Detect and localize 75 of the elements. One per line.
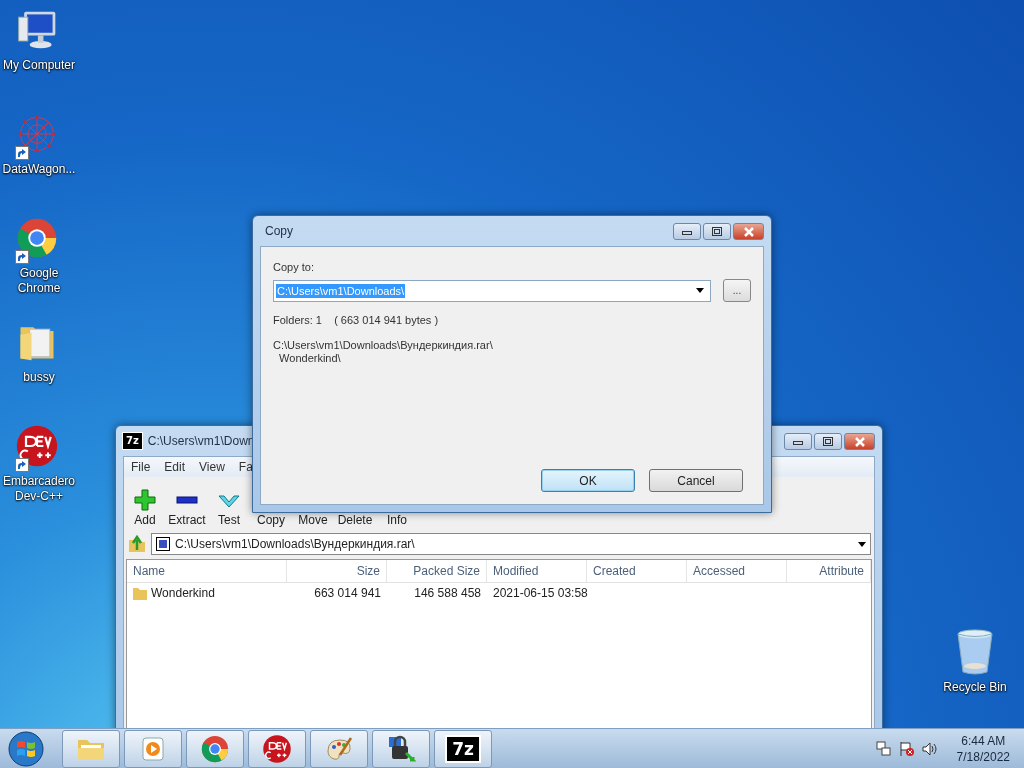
- maximize-icon: [712, 227, 722, 236]
- toolbar-button[interactable]: Info: [376, 489, 418, 527]
- close-icon: [853, 436, 866, 447]
- dialog-button[interactable]: Cancel: [649, 469, 743, 492]
- flag-icon[interactable]: [898, 740, 915, 757]
- menu-item[interactable]: View: [192, 460, 232, 474]
- shortcut-arrow-icon: [15, 250, 29, 264]
- column-header[interactable]: Attribute: [787, 560, 871, 582]
- browse-button[interactable]: ...: [723, 279, 751, 302]
- clock-time[interactable]: 6:44 AM: [961, 732, 1006, 749]
- table-cell-text: 2021-06-15 03:58: [492, 585, 587, 602]
- path-text: Wonderkind\: [278, 352, 342, 365]
- close-button[interactable]: [844, 433, 875, 450]
- maximize-button[interactable]: [703, 223, 731, 240]
- desktop-icon-label[interactable]: Google Chrome: [0, 266, 78, 296]
- desktop-icon-label[interactable]: My Computer: [3, 58, 75, 73]
- taskbar-button[interactable]: 7z: [434, 729, 492, 768]
- network-icon[interactable]: [875, 740, 892, 757]
- chrome-icon: [15, 216, 59, 260]
- folder-icon: [133, 586, 147, 600]
- close-button[interactable]: [733, 223, 764, 240]
- taskbar-button[interactable]: [248, 729, 306, 768]
- column-header[interactable]: Accessed: [687, 560, 787, 582]
- path-text: C:\Users\vm1\Downloads\Вундеркиндия.rar\: [273, 339, 494, 352]
- info-text: Folders: 1 ( 663 014 941 bytes ): [273, 314, 440, 326]
- desktop-icon-label[interactable]: Recycle Bin: [943, 680, 1007, 695]
- volume-icon[interactable]: [921, 740, 938, 757]
- minimize-button[interactable]: [673, 223, 701, 240]
- chrome-icon: [200, 733, 230, 764]
- address-field[interactable]: C:\Users\vm1\Downloads\Вундеркиндия.rar\: [151, 533, 871, 555]
- play-icon: [141, 735, 165, 762]
- column-header[interactable]: Packed Size: [387, 560, 487, 582]
- clock-date[interactable]: 7/18/2022: [956, 748, 1010, 765]
- table-cell-text: 146 588 458: [413, 585, 482, 602]
- menu-item[interactable]: Edit: [157, 460, 193, 474]
- toolbar-button[interactable]: Move: [292, 489, 334, 527]
- window-title: C:\Users\vm1\Down: [147, 434, 256, 448]
- minimize-button[interactable]: [784, 433, 812, 450]
- table-cell-text: 663 014 941: [313, 585, 382, 602]
- shortcut-arrow-icon: [15, 458, 29, 472]
- dev-cpp-icon: [15, 424, 59, 468]
- field-label: Copy to:: [273, 261, 315, 273]
- minimize-icon: [793, 438, 803, 445]
- plus-icon: [134, 489, 156, 511]
- column-header[interactable]: Size: [287, 560, 387, 582]
- taskbar-app-label: 7z: [447, 736, 479, 761]
- recycle-bin-icon: [955, 628, 995, 676]
- dropdown-arrow-icon[interactable]: [696, 288, 704, 293]
- dialog-button[interactable]: OK: [541, 469, 635, 492]
- padlock-icon: [386, 733, 416, 764]
- desktop-icon-label[interactable]: Embarcadero Dev-C++: [0, 474, 78, 504]
- column-header[interactable]: Created: [587, 560, 687, 582]
- desktop-icon-label[interactable]: DataWagon...: [2, 162, 76, 177]
- folder-up-icon[interactable]: [127, 534, 147, 554]
- toolbar-button[interactable]: Add: [124, 489, 166, 527]
- maximize-icon: [823, 437, 833, 446]
- archive-icon: [156, 537, 170, 551]
- desktop-icon-label[interactable]: bussy: [23, 370, 55, 385]
- toolbar-button[interactable]: Delete: [334, 489, 376, 527]
- table-cell: Wonderkind: [127, 583, 287, 603]
- maximize-button[interactable]: [814, 433, 842, 450]
- toolbar-button[interactable]: Extract: [166, 489, 208, 527]
- dev-cpp-icon: [262, 733, 292, 764]
- toolbar-button[interactable]: Copy: [250, 489, 292, 527]
- minimize-icon: [682, 228, 692, 235]
- column-header[interactable]: Modified: [487, 560, 587, 582]
- app-badge: 7z: [123, 433, 142, 449]
- dropdown-arrow-icon[interactable]: [858, 541, 866, 547]
- menu-item[interactable]: File: [124, 460, 158, 474]
- shortcut-arrow-icon: [15, 146, 29, 160]
- toolbar-button[interactable]: Test: [208, 489, 250, 527]
- column-header[interactable]: Name: [127, 560, 287, 582]
- close-icon: [742, 226, 755, 237]
- taskbar-button[interactable]: [372, 729, 430, 768]
- dialog-title: Copy: [264, 224, 294, 238]
